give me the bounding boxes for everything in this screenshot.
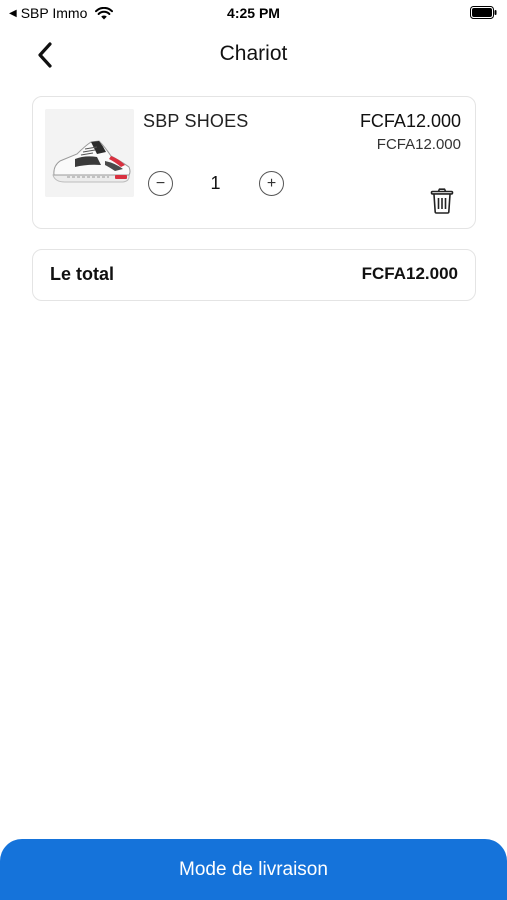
cart-item-card: SBP SHOES FCFA12.000 FCFA12.000 − 1 + [32, 96, 476, 229]
page-title: Chariot [219, 42, 288, 65]
trash-icon [430, 188, 454, 214]
minus-icon: − [155, 174, 166, 192]
total-card: Le total FCFA12.000 [32, 249, 476, 301]
product-image [45, 109, 134, 197]
sneaker-image [45, 109, 134, 197]
total-value: FCFA12.000 [361, 264, 458, 283]
status-time: 4:25 PM [227, 5, 280, 21]
item-total-price: FCFA12.000 [359, 111, 461, 131]
plus-icon: + [266, 174, 277, 192]
item-unit-price: FCFA12.000 [376, 136, 461, 153]
battery-icon [470, 6, 497, 19]
decrease-quantity-button[interactable]: − [148, 171, 173, 196]
increase-quantity-button[interactable]: + [259, 171, 284, 196]
total-label: Le total [50, 264, 115, 284]
cart-screen: ◀ SBP Immo 4:25 PM Chariot SBP SHOES FCF… [0, 0, 507, 900]
product-name: SBP SHOES [143, 111, 249, 131]
quantity-value: 1 [210, 173, 221, 193]
delete-item-button[interactable] [430, 188, 454, 214]
status-bar: ◀ SBP Immo 4:25 PM [0, 0, 507, 28]
delivery-mode-button[interactable]: Mode de livraison [0, 839, 507, 900]
